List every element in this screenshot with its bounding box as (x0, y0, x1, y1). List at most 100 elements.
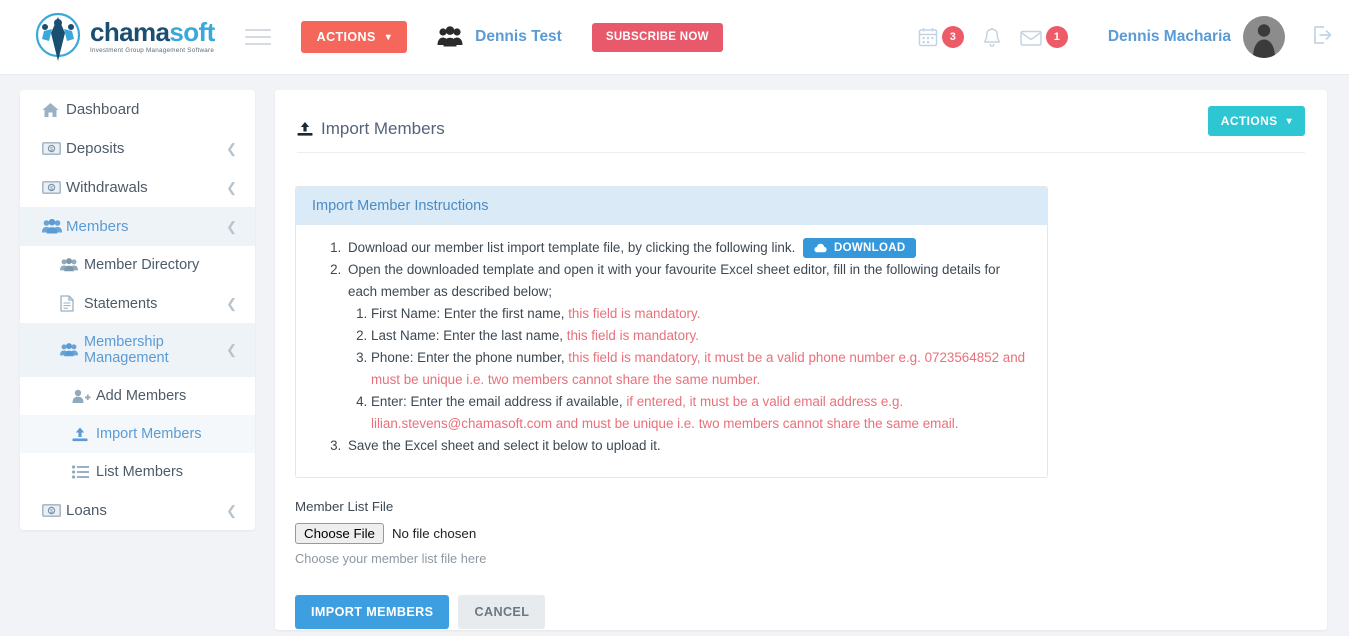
sidebar-item-add-members[interactable]: Add Members (20, 377, 255, 415)
avatar[interactable] (1243, 16, 1285, 58)
hamburger-line (244, 36, 271, 38)
document-icon (60, 295, 84, 312)
list-icon (72, 465, 96, 479)
instruction-field-first-name: First Name: Enter the first name, this f… (371, 303, 1031, 325)
users-icon (60, 343, 84, 357)
file-input-row[interactable]: Choose File No file chosen (295, 522, 1327, 544)
group-users-icon (437, 26, 463, 47)
calendar-icon (918, 28, 938, 47)
import-members-button[interactable]: IMPORT MEMBERS (295, 594, 450, 629)
sidebar-item-statements[interactable]: Statements ❮ (20, 284, 255, 323)
member-list-file-label: Member List File (295, 498, 394, 514)
sidebar-item-label: Import Members (96, 426, 202, 442)
money-icon: $ (42, 504, 66, 517)
subscribe-now-button[interactable]: SUBSCRIBE NOW (591, 22, 723, 52)
chevron-left-icon: ❮ (226, 295, 237, 311)
chamasoft-logo-icon (35, 12, 81, 61)
chevron-left-icon: ❮ (226, 218, 237, 234)
download-template-label: DOWNLOAD (834, 242, 906, 255)
chevron-down-icon: ▾ (385, 31, 392, 43)
chevron-down-icon: ▾ (1286, 115, 1292, 127)
sidebar-item-label: Loans (66, 502, 107, 519)
sidebar-item-dashboard[interactable]: Dashboard (20, 90, 255, 129)
instruction-step-1: Download our member list import template… (345, 237, 1031, 259)
sidebar-item-withdrawals[interactable]: $ Withdrawals ❮ (20, 168, 255, 207)
logout-button[interactable] (1311, 24, 1333, 51)
money-icon: $ (42, 142, 66, 155)
member-list-file-help: Choose your member list file here (295, 550, 487, 566)
alerts-notifications[interactable] (982, 27, 1002, 48)
cancel-button[interactable]: CANCEL (458, 594, 546, 629)
brand-tagline: Investment Group Management Software (90, 47, 215, 55)
users-icon (60, 258, 84, 272)
hamburger-line (244, 43, 271, 45)
chosen-file-name: No file chosen (391, 525, 477, 541)
instruction-field-email: Enter: Enter the email address if availa… (371, 391, 1031, 435)
brand-name-part2: soft (169, 17, 215, 48)
instructions-list: Download our member list import template… (312, 237, 1031, 457)
messages-badge-count: 1 (1045, 26, 1068, 48)
card-header: Import Members ACTIONS ▾ (275, 90, 1327, 152)
sidebar-item-label: List Members (96, 464, 184, 480)
card-actions-button[interactable]: ACTIONS ▾ (1207, 106, 1305, 136)
brand-name-part1: chama (90, 17, 170, 48)
chevron-left-icon: ❮ (226, 502, 237, 518)
form-actions: IMPORT MEMBERS CANCEL (295, 594, 1327, 629)
current-group-selector[interactable]: Dennis Test (437, 26, 562, 48)
instructions-panel-title: Import Member Instructions (296, 187, 1047, 225)
user-silhouette-icon (1253, 24, 1275, 58)
svg-text:$: $ (50, 186, 53, 192)
logout-icon (1314, 25, 1332, 44)
sidebar-item-member-directory[interactable]: Member Directory (20, 246, 255, 284)
upload-icon (72, 427, 96, 442)
chevron-left-icon: ❮ (226, 179, 237, 195)
sidebar-item-deposits[interactable]: $ Deposits ❮ (20, 129, 255, 168)
user-plus-icon (72, 389, 96, 404)
sidebar-item-import-members[interactable]: Import Members (20, 415, 255, 453)
member-list-file-field: Member List File Choose File No file cho… (295, 499, 1327, 566)
brand-wordmark: chamasoft Investment Group Management So… (90, 19, 215, 54)
instruction-step-3: Save the Excel sheet and select it below… (345, 435, 1031, 457)
sidebar-item-membership-management[interactable]: Membership Management ❮ (20, 323, 255, 377)
bell-icon (983, 27, 1000, 47)
menu-toggle-icon[interactable] (244, 24, 271, 50)
sidebar-item-label: Add Members (96, 388, 187, 404)
sidebar-item-members[interactable]: Members ❮ (20, 207, 255, 246)
chevron-left-icon: ❮ (226, 140, 237, 156)
field-desc-mandatory: this field is mandatory. (568, 305, 701, 321)
instructions-panel: Import Member Instructions Download our … (295, 186, 1048, 478)
instruction-step-2-text: Open the downloaded template and open it… (348, 261, 1001, 299)
cloud-download-icon (814, 243, 827, 253)
sidebar-navigation: Dashboard $ Deposits ❮ $ Withdrawals ❮ M… (20, 90, 255, 530)
choose-file-button[interactable]: Choose File (295, 522, 384, 544)
sidebar-item-list-members[interactable]: List Members (20, 453, 255, 491)
sidebar-item-label: Dashboard (66, 101, 140, 118)
sidebar-item-loans[interactable]: $ Loans ❮ (20, 491, 255, 530)
page-title-text: Import Members (321, 119, 445, 138)
field-desc-mandatory: this field is mandatory. (566, 327, 699, 343)
instruction-step-2: Open the downloaded template and open it… (345, 259, 1031, 435)
chevron-left-icon: ❮ (226, 342, 237, 357)
svg-text:$: $ (50, 147, 53, 153)
header-actions-button[interactable]: ACTIONS ▾ (300, 21, 408, 53)
svg-text:$: $ (50, 509, 53, 515)
messages-notifications[interactable]: 1 (1020, 26, 1068, 48)
import-members-card: Import Members ACTIONS ▾ Import Member I… (275, 90, 1327, 630)
current-user-name[interactable]: Dennis Macharia (1108, 28, 1231, 46)
sidebar-item-label: Withdrawals (66, 179, 148, 196)
top-header-bar: chamasoft Investment Group Management So… (0, 0, 1349, 75)
download-template-button[interactable]: DOWNLOAD (803, 238, 917, 259)
calendar-badge-count: 3 (941, 26, 964, 48)
home-icon (42, 102, 66, 118)
calendar-notifications[interactable]: 3 (918, 26, 964, 48)
instruction-step-1-text: Download our member list import template… (348, 240, 796, 255)
sidebar-item-label: Deposits (66, 140, 125, 157)
sidebar-item-label: Statements (84, 295, 158, 312)
money-icon: $ (42, 181, 66, 194)
card-actions-label: ACTIONS (1220, 114, 1278, 128)
brand-logo[interactable]: chamasoft Investment Group Management So… (32, 11, 215, 63)
field-desc-normal: First Name: Enter the first name, (371, 305, 569, 321)
header-actions-label: ACTIONS (316, 30, 376, 44)
instruction-field-list: First Name: Enter the first name, this f… (348, 303, 1031, 435)
field-desc-normal: Phone: Enter the phone number, (371, 349, 569, 365)
